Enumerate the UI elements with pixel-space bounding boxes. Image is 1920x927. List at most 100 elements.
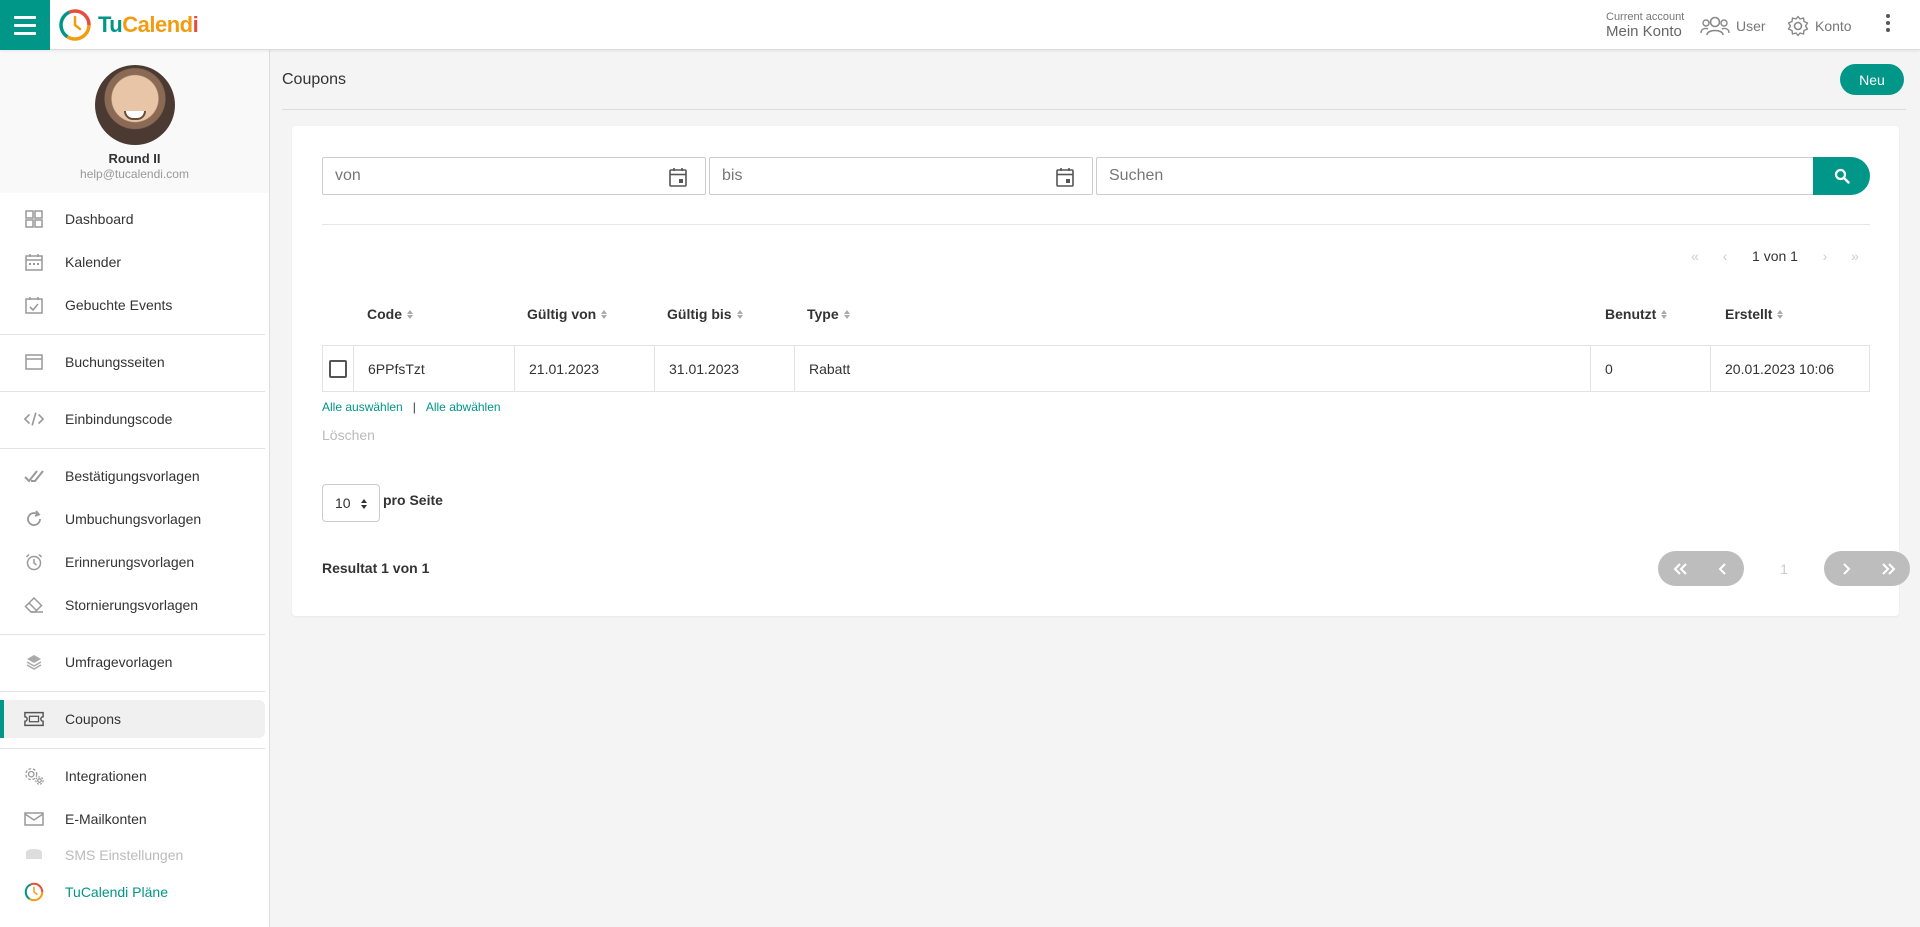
dashboard-grid-icon: [24, 209, 44, 229]
date-from-field[interactable]: [322, 157, 706, 195]
gear-icon: [1787, 15, 1809, 37]
sort-icon: [601, 309, 608, 319]
code-icon: [24, 409, 44, 429]
current-page-number: 1: [1780, 560, 1788, 577]
sidebar-item-sms-einstellungen[interactable]: SMS Einstellungen: [0, 836, 265, 874]
select-all-link[interactable]: Alle auswählen: [322, 400, 403, 414]
selection-links: Alle auswählen | Alle abwählen: [322, 400, 501, 414]
konto-label: Konto: [1815, 18, 1852, 34]
top-bar: TuCalendi Current account Mein Konto Use…: [0, 0, 1920, 50]
cell-used: 0: [1591, 346, 1711, 391]
sidebar-item-label: Integrationen: [65, 768, 147, 784]
eraser-icon: [24, 595, 44, 615]
table-row[interactable]: 6PPfsTzt 21.01.2023 31.01.2023 Rabatt 0 …: [322, 345, 1870, 392]
last-page-button[interactable]: [1867, 551, 1910, 586]
sidebar-item-buchungsseiten[interactable]: Buchungsseiten: [0, 343, 265, 381]
user-menu-button[interactable]: User: [1700, 15, 1766, 37]
calendar-icon[interactable]: [669, 167, 687, 190]
current-account[interactable]: Current account Mein Konto: [1606, 11, 1685, 40]
sidebar-item-gebuchte-events[interactable]: Gebuchte Events: [0, 286, 265, 324]
coupons-card: « ‹ 1 von 1 › » Code Gültig von Gültig b…: [292, 126, 1910, 616]
sidebar-item-e-mailkonten[interactable]: E-Mailkonten: [0, 800, 265, 838]
search-icon: [1834, 168, 1850, 184]
sidebar-item-bestaetigungsvorlagen[interactable]: Bestätigungsvorlagen: [0, 457, 265, 495]
column-header-created[interactable]: Erstellt: [1725, 306, 1784, 322]
search-button[interactable]: [1813, 157, 1870, 195]
top-pagination: « ‹ 1 von 1 › »: [1680, 248, 1870, 264]
sidebar-item-label: Umbuchungsvorlagen: [65, 511, 202, 527]
sidebar: Round II help@tucalendi.com Dashboard Ka…: [0, 50, 270, 927]
cell-valid-to: 31.01.2023: [655, 346, 795, 391]
column-header-valid-from[interactable]: Gültig von: [527, 306, 608, 322]
cell-created: 20.01.2023 10:06: [1725, 360, 1834, 377]
next-page-button[interactable]: [1824, 551, 1867, 586]
sidebar-item-integrationen[interactable]: Integrationen: [0, 757, 265, 795]
deselect-all-link[interactable]: Alle abwählen: [426, 400, 501, 414]
app-logo[interactable]: TuCalendi: [58, 8, 199, 42]
per-page-select[interactable]: 10: [322, 484, 380, 522]
ticket-icon: [24, 709, 44, 729]
sidebar-item-label: TuCalendi Pläne: [65, 884, 168, 900]
last-page-icon[interactable]: »: [1840, 248, 1870, 264]
more-options-icon[interactable]: [1886, 14, 1890, 32]
column-header-used[interactable]: Benutzt: [1605, 306, 1668, 322]
layers-icon: [24, 652, 44, 672]
search-input[interactable]: [1097, 158, 1813, 194]
prev-page-icon[interactable]: ‹: [1710, 248, 1740, 264]
first-page-button[interactable]: [1658, 551, 1701, 586]
sidebar-item-coupons[interactable]: Coupons: [0, 700, 265, 738]
tucalendi-logo-icon: [59, 9, 91, 41]
date-to-field[interactable]: [709, 157, 1093, 195]
row-checkbox[interactable]: [329, 359, 347, 378]
next-page-icon[interactable]: ›: [1810, 248, 1840, 264]
alarm-clock-icon: [24, 552, 44, 572]
envelope-icon: [24, 809, 44, 829]
selection-separator: |: [412, 400, 416, 414]
sms-icon: [24, 845, 44, 865]
sidebar-item-umfragevorlagen[interactable]: Umfragevorlagen: [0, 643, 265, 681]
search-field[interactable]: [1096, 157, 1814, 195]
profile-name: Round II: [108, 151, 161, 166]
sidebar-item-tucalendi-plaene[interactable]: TuCalendi Pläne: [0, 873, 265, 911]
sidebar-item-label: E-Mailkonten: [65, 811, 147, 827]
konto-menu-button[interactable]: Konto: [1787, 15, 1852, 37]
result-count: Resultat 1 von 1: [322, 560, 430, 576]
current-account-caption: Current account: [1606, 11, 1685, 23]
prev-page-button[interactable]: [1701, 551, 1744, 586]
double-check-icon: [24, 466, 44, 486]
sidebar-item-erinnerungsvorlagen[interactable]: Erinnerungsvorlagen: [0, 543, 265, 581]
tucalendi-logo-icon: [24, 882, 44, 902]
new-coupon-button[interactable]: Neu: [1840, 64, 1904, 95]
sidebar-item-umbuchungsvorlagen[interactable]: Umbuchungsvorlagen: [0, 500, 265, 538]
filter-divider: [322, 224, 1870, 225]
redo-icon: [24, 509, 44, 529]
sort-icon: [407, 309, 413, 319]
date-from-input[interactable]: [323, 158, 705, 194]
calendar-icon[interactable]: [1056, 167, 1074, 190]
sidebar-item-kalender[interactable]: Kalender: [0, 243, 265, 281]
first-page-icon[interactable]: «: [1680, 248, 1710, 264]
row-checkbox-cell: [323, 346, 354, 391]
delete-link[interactable]: Löschen: [322, 427, 375, 443]
column-header-code[interactable]: Code: [367, 306, 413, 322]
sidebar-item-label: Kalender: [65, 254, 122, 270]
sidebar-item-stornierungsvorlagen[interactable]: Stornierungsvorlagen: [0, 586, 265, 624]
sidebar-item-label: Coupons: [65, 711, 122, 727]
calendar-icon: [24, 252, 44, 272]
date-to-input[interactable]: [710, 158, 1092, 194]
cell-code: 6PPfsTzt: [354, 346, 515, 391]
hamburger-menu-icon[interactable]: [0, 0, 50, 50]
avatar[interactable]: [94, 65, 175, 145]
sidebar-item-label: Dashboard: [65, 211, 134, 227]
column-header-type[interactable]: Type: [807, 306, 850, 322]
calendar-check-icon: [24, 295, 44, 315]
sidebar-item-label: Einbindungscode: [65, 411, 173, 427]
sidebar-item-einbindungscode[interactable]: Einbindungscode: [0, 400, 265, 438]
double-chevron-right-icon: [1881, 562, 1895, 575]
browser-window-icon: [24, 352, 44, 372]
column-header-valid-to[interactable]: Gültig bis: [667, 306, 743, 322]
user-label: User: [1736, 18, 1766, 34]
sidebar-item-dashboard[interactable]: Dashboard: [0, 200, 265, 238]
sort-icon: [843, 309, 850, 319]
sort-icon: [736, 309, 743, 319]
